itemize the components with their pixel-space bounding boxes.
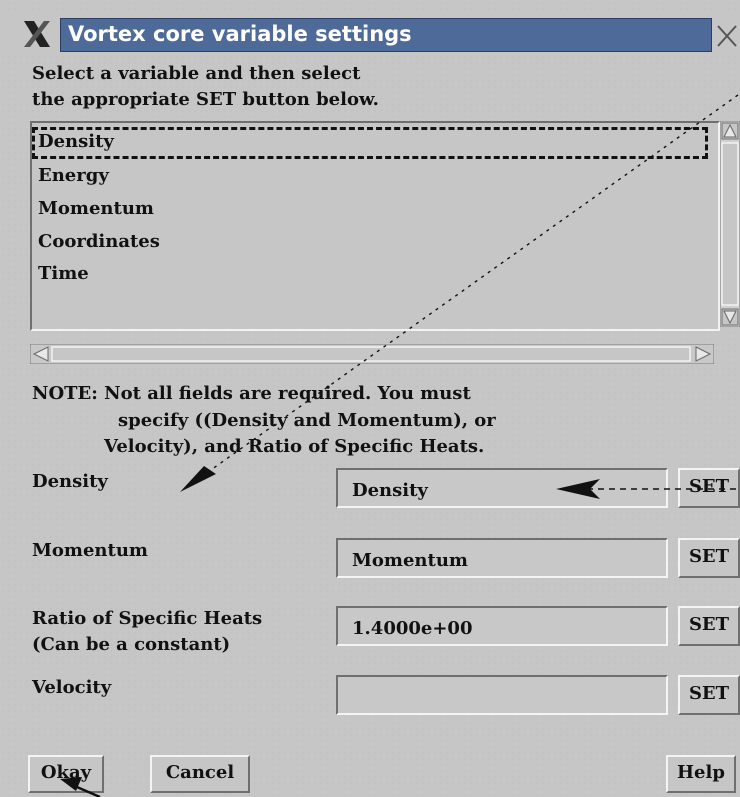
note-line-1: NOTE: Not all fields are required. You m… (32, 383, 471, 404)
instruction-line-1: Select a variable and then select (32, 63, 361, 84)
selection-focus-rect (32, 127, 708, 159)
list-item-coordinates[interactable]: Coordinates (38, 231, 160, 252)
dialog-window: Vortex core variable settings Select a v… (0, 0, 740, 797)
x-window-icon[interactable] (22, 19, 52, 49)
list-item-time[interactable]: Time (38, 263, 89, 284)
vertical-scrollbar[interactable] (720, 121, 740, 327)
velocity-set-button[interactable]: SET (678, 675, 740, 715)
window-title: Vortex core variable settings (68, 22, 412, 46)
close-icon[interactable] (714, 18, 740, 52)
note-line-2: specify ((Density and Momentum), or (118, 410, 496, 431)
velocity-field[interactable] (336, 675, 668, 715)
density-set-button[interactable]: SET (678, 468, 740, 508)
momentum-label: Momentum (32, 540, 148, 561)
momentum-field-value: Momentum (352, 550, 468, 571)
list-item-momentum[interactable]: Momentum (38, 198, 154, 219)
momentum-field[interactable]: Momentum (336, 538, 668, 578)
cancel-button[interactable]: Cancel (150, 755, 250, 793)
note-line-3: Velocity), and Ratio of Specific Heats. (104, 436, 485, 457)
density-field[interactable]: Density (336, 468, 668, 508)
ratio-field[interactable]: 1.4000e+00 (336, 606, 668, 646)
ratio-set-button[interactable]: SET (678, 606, 740, 646)
ratio-sublabel: (Can be a constant) (32, 634, 231, 655)
list-item-energy[interactable]: Energy (38, 165, 109, 186)
density-label: Density (32, 471, 108, 492)
help-button[interactable]: Help (666, 755, 736, 793)
variable-list[interactable]: Density Energy Momentum Coordinates Time (30, 121, 720, 331)
density-field-value: Density (352, 480, 428, 501)
instruction-line-2: the appropriate SET button below. (32, 89, 379, 110)
momentum-set-button[interactable]: SET (678, 538, 740, 578)
list-item-density[interactable]: Density (38, 131, 114, 152)
horizontal-scrollbar[interactable] (30, 344, 714, 364)
velocity-label: Velocity (32, 677, 112, 698)
okay-button[interactable]: Okay (28, 755, 104, 793)
ratio-field-value: 1.4000e+00 (352, 618, 473, 639)
ratio-label: Ratio of Specific Heats (32, 608, 263, 629)
